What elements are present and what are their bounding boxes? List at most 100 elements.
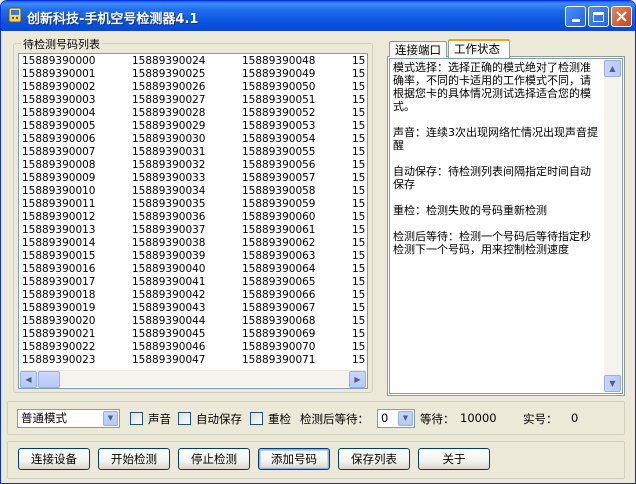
list-item[interactable]: 15889390010 (22, 185, 132, 198)
list-item[interactable]: 15889390014 (22, 237, 132, 250)
list-item[interactable]: 15889390004 (22, 107, 132, 120)
list-item[interactable]: 158 (352, 250, 366, 263)
list-item[interactable]: 15889390032 (132, 159, 242, 172)
list-item[interactable]: 15889390038 (132, 237, 242, 250)
list-item[interactable]: 15889390012 (22, 211, 132, 224)
list-item[interactable]: 15889390034 (132, 185, 242, 198)
list-item[interactable]: 158 (352, 55, 366, 68)
list-item[interactable]: 15889390055 (242, 146, 352, 159)
recheck-checkbox[interactable] (250, 412, 263, 425)
list-item[interactable]: 15889390040 (132, 263, 242, 276)
list-item[interactable]: 15889390029 (132, 120, 242, 133)
list-item[interactable]: 15889390035 (132, 198, 242, 211)
list-item[interactable]: 158 (352, 289, 366, 302)
scroll-down-button[interactable]: ▼ (604, 375, 621, 392)
start-check-button[interactable]: 开始检测 (98, 448, 170, 470)
list-item[interactable]: 158 (352, 276, 366, 289)
maximize-button[interactable] (588, 6, 609, 27)
list-item[interactable]: 15889390036 (132, 211, 242, 224)
list-item[interactable]: 15889390065 (242, 276, 352, 289)
list-item[interactable]: 15889390031 (132, 146, 242, 159)
list-item[interactable]: 15889390011 (22, 198, 132, 211)
list-item[interactable]: 158 (352, 94, 366, 107)
scroll-left-button[interactable]: ◀ (20, 371, 37, 388)
list-item[interactable]: 15889390037 (132, 224, 242, 237)
list-item[interactable]: 15889390066 (242, 289, 352, 302)
minimize-button[interactable] (565, 6, 586, 27)
vertical-scrollbar[interactable]: ▲ ▼ (604, 60, 621, 392)
list-item[interactable]: 158 (352, 68, 366, 81)
add-numbers-button[interactable]: 添加号码 (258, 448, 330, 470)
list-item[interactable]: 158 (352, 341, 366, 354)
list-item[interactable]: 15889390022 (22, 341, 132, 354)
list-item[interactable]: 158 (352, 263, 366, 276)
list-item[interactable]: 15889390027 (132, 94, 242, 107)
list-item[interactable]: 15889390047 (132, 354, 242, 367)
sound-checkbox[interactable] (130, 412, 143, 425)
list-item[interactable]: 15889390049 (242, 68, 352, 81)
list-item[interactable]: 15889390050 (242, 81, 352, 94)
list-item[interactable]: 15889390028 (132, 107, 242, 120)
connect-device-button[interactable]: 连接设备 (18, 448, 90, 470)
list-item[interactable]: 158 (352, 172, 366, 185)
list-item[interactable]: 15889390009 (22, 172, 132, 185)
list-item[interactable]: 15889390062 (242, 237, 352, 250)
list-item[interactable]: 15889390045 (132, 328, 242, 341)
wait-select[interactable]: 0 ▼ (377, 409, 415, 428)
list-item[interactable]: 15889390056 (242, 159, 352, 172)
title-bar[interactable]: 创新科技-手机空号检测器4.1 (1, 1, 635, 31)
list-item[interactable]: 15889390069 (242, 328, 352, 341)
list-item[interactable]: 15889390005 (22, 120, 132, 133)
list-item[interactable]: 15889390041 (132, 276, 242, 289)
list-item[interactable]: 15889390000 (22, 55, 132, 68)
list-item[interactable]: 15889390003 (22, 94, 132, 107)
list-item[interactable]: 15889390053 (242, 120, 352, 133)
list-item[interactable]: 15889390026 (132, 81, 242, 94)
mode-dropdown-button[interactable]: ▼ (103, 411, 118, 426)
list-item[interactable]: 15889390023 (22, 354, 132, 367)
list-item[interactable]: 15889390058 (242, 185, 352, 198)
list-item[interactable]: 158 (352, 107, 366, 120)
list-item[interactable]: 158 (352, 120, 366, 133)
list-item[interactable]: 15889390063 (242, 250, 352, 263)
list-item[interactable]: 15889390060 (242, 211, 352, 224)
list-item[interactable]: 15889390025 (132, 68, 242, 81)
list-item[interactable]: 158 (352, 354, 366, 367)
list-item[interactable]: 15889390067 (242, 302, 352, 315)
list-item[interactable]: 15889390071 (242, 354, 352, 367)
list-item[interactable]: 158 (352, 159, 366, 172)
mode-select[interactable]: 普通模式 ▼ (17, 409, 120, 428)
list-item[interactable]: 15889390061 (242, 224, 352, 237)
list-item[interactable]: 15889390008 (22, 159, 132, 172)
list-item[interactable]: 158 (352, 224, 366, 237)
list-item[interactable]: 15889390070 (242, 341, 352, 354)
list-item[interactable]: 15889390051 (242, 94, 352, 107)
autosave-checkbox[interactable] (178, 412, 191, 425)
list-item[interactable]: 15889390007 (22, 146, 132, 159)
list-item[interactable]: 15889390048 (242, 55, 352, 68)
save-list-button[interactable]: 保存列表 (338, 448, 410, 470)
list-item[interactable]: 158 (352, 81, 366, 94)
list-item[interactable]: 158 (352, 211, 366, 224)
list-item[interactable]: 15889390021 (22, 328, 132, 341)
tab-work-status[interactable]: 工作状态 (448, 39, 510, 58)
horizontal-scrollbar[interactable]: ◀ ▶ (20, 370, 366, 388)
list-item[interactable]: 15889390059 (242, 198, 352, 211)
list-item[interactable]: 15889390016 (22, 263, 132, 276)
list-item[interactable]: 158 (352, 328, 366, 341)
scroll-thumb[interactable] (38, 371, 60, 388)
wait-dropdown-button[interactable]: ▼ (398, 411, 413, 426)
list-item[interactable]: 158 (352, 133, 366, 146)
list-item[interactable]: 158 (352, 146, 366, 159)
numbers-listbox[interactable]: 15889390000 15889390001 15889390002 1588939… (18, 53, 368, 389)
list-item[interactable]: 158 (352, 315, 366, 328)
scroll-up-button[interactable]: ▲ (604, 60, 621, 77)
list-item[interactable]: 15889390018 (22, 289, 132, 302)
scroll-right-button[interactable]: ▶ (349, 371, 366, 388)
tab-connect-port[interactable]: 连接端口 (389, 41, 447, 57)
list-item[interactable]: 15889390017 (22, 276, 132, 289)
list-item[interactable]: 15889390015 (22, 250, 132, 263)
list-item[interactable]: 15889390039 (132, 250, 242, 263)
list-item[interactable]: 15889390068 (242, 315, 352, 328)
list-item[interactable]: 15889390054 (242, 133, 352, 146)
